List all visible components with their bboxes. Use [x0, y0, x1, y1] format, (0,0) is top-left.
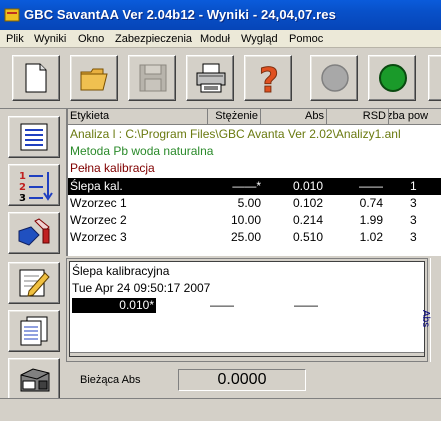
menu-wyglad[interactable]: Wygląd	[241, 33, 278, 45]
row-reps: 3	[410, 213, 417, 227]
calibration-type: Pełna kalibracja	[70, 161, 155, 175]
detail-timestamp: Tue Apr 24 09:50:17 2007	[72, 281, 211, 295]
row-reps: 3	[410, 230, 417, 244]
table-header: Etykieta Stężenie Abs RSD Liczba pow	[68, 109, 441, 125]
method-button[interactable]	[8, 212, 60, 254]
table-row[interactable]: Wzorzec 2 10.00 0.214 1.99 3	[68, 212, 441, 229]
row-conc: 25.00	[230, 230, 261, 244]
question-mark-icon: ?	[259, 62, 280, 96]
horizontal-scrollbar[interactable]	[70, 352, 424, 356]
save-button[interactable]	[128, 55, 176, 101]
svg-text:1: 1	[19, 171, 26, 182]
status-bar	[0, 398, 441, 421]
row-rsd: ——	[359, 179, 383, 193]
svg-text:3: 3	[19, 193, 26, 203]
title-bar[interactable]: GBC SavantAA Ver 2.04b12 - Wyniki - 24,0…	[0, 0, 441, 30]
instrument-icon	[20, 368, 50, 392]
row-abs: 0.102	[292, 196, 323, 210]
instrument-button[interactable]	[8, 358, 60, 400]
column-concentration[interactable]: Stężenie	[208, 109, 261, 125]
row-label: Wzorzec 2	[70, 213, 127, 227]
row-label: Wzorzec 3	[70, 230, 127, 244]
table-row[interactable]: Wzorzec 1 5.00 0.102 0.74 3	[68, 195, 441, 212]
side-tab-label: Abs	[420, 310, 431, 328]
new-document-icon	[25, 63, 47, 93]
method-name: Metoda Pb woda naturalna	[70, 144, 214, 158]
stop-button[interactable]	[310, 55, 358, 101]
window-title: GBC SavantAA Ver 2.04b12 - Wyniki - 24,0…	[24, 7, 336, 22]
detail-value[interactable]: 0.010*	[72, 298, 156, 313]
flask-hand-icon	[18, 218, 50, 246]
open-folder-icon	[80, 68, 108, 91]
table-row[interactable]: Wzorzec 3 25.00 0.510 1.02 3	[68, 229, 441, 246]
detail-dash-1: ——	[210, 298, 234, 312]
row-rsd: 1.02	[359, 230, 383, 244]
row-abs: 0.510	[292, 230, 323, 244]
reports-button[interactable]	[8, 310, 60, 352]
printer-icon	[196, 63, 226, 93]
detail-dash-2: ——	[294, 298, 318, 312]
menu-bar: Plik Wyniki Okno Zabezpieczenia Moduł Wy…	[0, 30, 441, 48]
toolbar: ?	[0, 49, 441, 109]
new-document-button[interactable]	[12, 55, 60, 101]
current-abs-panel: Bieżąca Abs 0.0000	[66, 364, 441, 396]
row-conc: 10.00	[230, 213, 261, 227]
table-row[interactable]: Ślepa kal. ——* 0.010 —— 1	[68, 178, 441, 195]
row-label: Wzorzec 1	[70, 196, 127, 210]
worksheet-button[interactable]	[8, 116, 60, 158]
current-abs-label: Bieżąca Abs	[80, 374, 141, 386]
app-icon	[4, 8, 20, 22]
row-abs: 0.010	[292, 179, 323, 193]
results-table[interactable]: Etykieta Stężenie Abs RSD Liczba pow Ana…	[66, 108, 441, 256]
current-abs-value: 0.0000	[178, 369, 306, 391]
svg-text:2: 2	[19, 182, 26, 193]
row-abs: 0.214	[292, 213, 323, 227]
numbered-list-icon: 1 2 3	[19, 171, 53, 203]
row-rsd: 0.74	[359, 196, 383, 210]
run-light-icon	[379, 64, 407, 92]
column-label[interactable]: Etykieta	[68, 109, 208, 125]
stop-light-icon	[321, 64, 349, 92]
menu-zabezpieczenia[interactable]: Zabezpieczenia	[115, 33, 192, 45]
side-tab[interactable]: Abs	[420, 258, 441, 362]
print-button[interactable]	[186, 55, 234, 101]
edit-button[interactable]	[8, 262, 60, 304]
row-label: Ślepa kal.	[70, 179, 123, 193]
row-reps: 3	[410, 196, 417, 210]
svg-text:?: ?	[259, 62, 279, 96]
analysis-path: Analiza l : C:\Program Files\GBC Avanta …	[70, 127, 401, 141]
save-icon	[139, 64, 167, 92]
extra-toolbar-button[interactable]	[428, 55, 441, 101]
menu-okno[interactable]: Okno	[78, 33, 104, 45]
row-conc: 5.00	[237, 196, 261, 210]
detail-panel: Ślepa kalibracyjna Tue Apr 24 09:50:17 2…	[66, 258, 428, 362]
detail-box[interactable]: Ślepa kalibracyjna Tue Apr 24 09:50:17 2…	[69, 261, 425, 357]
menu-modul[interactable]: Moduł	[200, 33, 230, 45]
run-button[interactable]	[368, 55, 416, 101]
column-rsd[interactable]: RSD	[327, 109, 389, 125]
row-rsd: 1.99	[359, 213, 383, 227]
pencil-note-icon	[19, 269, 50, 297]
menu-wyniki[interactable]: Wyniki	[34, 33, 66, 45]
menu-plik[interactable]: Plik	[6, 33, 24, 45]
documents-icon	[20, 316, 48, 346]
detail-title: Ślepa kalibracyjna	[72, 264, 170, 278]
menu-pomoc[interactable]: Pomoc	[289, 33, 323, 45]
help-button[interactable]: ?	[244, 55, 292, 101]
open-folder-button[interactable]	[70, 55, 118, 101]
column-abs[interactable]: Abs	[261, 109, 327, 125]
column-replicates[interactable]: Liczba pow	[389, 109, 441, 125]
row-conc: ——*	[232, 179, 261, 193]
notebook-icon	[20, 123, 48, 151]
sequence-button[interactable]: 1 2 3	[8, 164, 60, 206]
row-reps: 1	[410, 179, 417, 193]
